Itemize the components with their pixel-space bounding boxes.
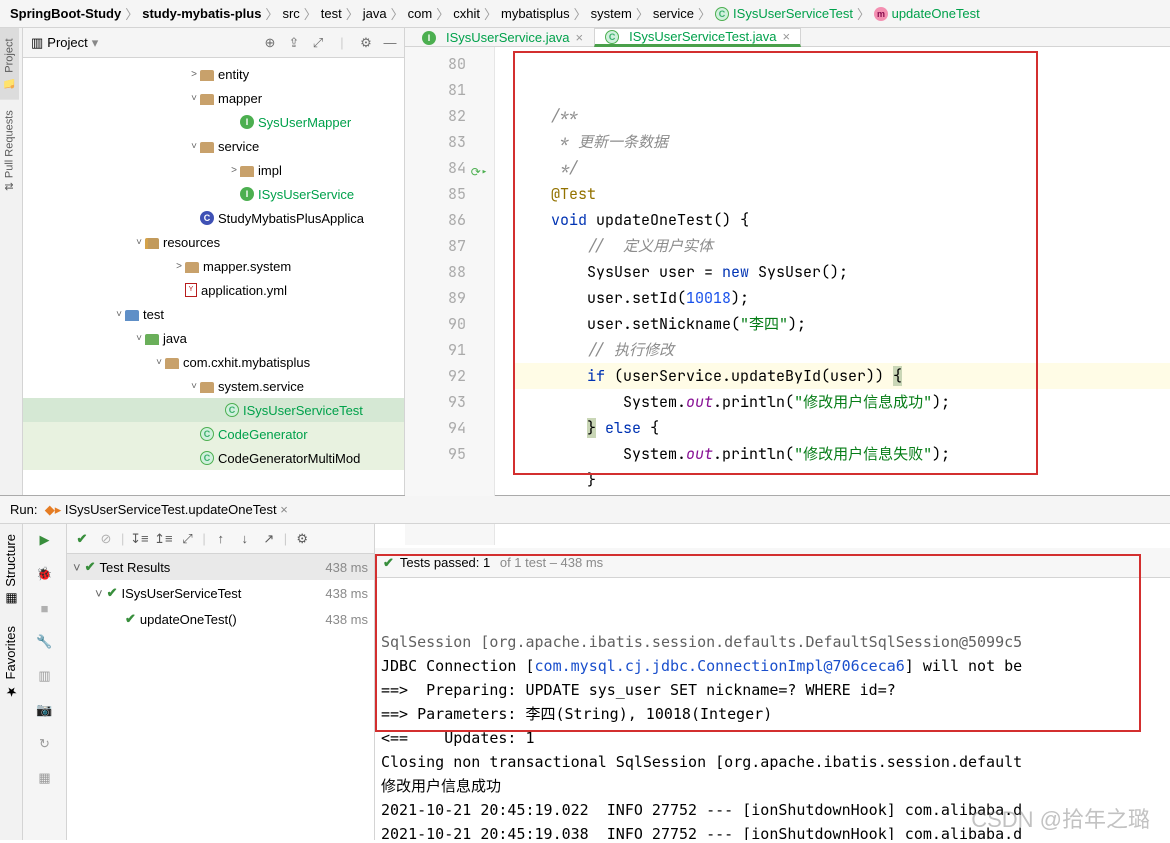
next-icon[interactable]: ↓ [236, 530, 254, 548]
test-tree-panel: ✔ ⊘ | ↧≡ ↥≡ ⤢ | ↑ ↓ ↗ | ⚙ ˅✔Test Results… [67, 524, 375, 840]
crumb[interactable]: com [408, 6, 433, 21]
stop-button[interactable]: ■ [35, 598, 55, 618]
filter-icon[interactable]: ↥≡ [154, 530, 172, 548]
tab-label: ISysUserServiceTest.java [629, 29, 776, 44]
method-icon: m [874, 7, 888, 21]
tree-item[interactable]: CCodeGenerator [23, 422, 404, 446]
interface-icon: I [422, 31, 436, 45]
run-toolbar: ▶ 🐞 ■ 🔧 ▥ 📷 ↻ ▦ [23, 524, 67, 840]
side-tabs: 📁Project ⇅Pull Requests [0, 28, 23, 495]
sort-icon[interactable]: ↧≡ [130, 530, 148, 548]
editor-area: I ISysUserService.java × C ISysUserServi… [405, 28, 1170, 495]
tree-item[interactable]: CCodeGeneratorMultiMod [23, 446, 404, 470]
prev-icon[interactable]: ↑ [212, 530, 230, 548]
project-panel: ▥Project▾ ⊕ ⇪ ⤢ | ⚙ — ˃entity˅mapperISys… [23, 28, 405, 495]
tree-item[interactable]: ˅service [23, 134, 404, 158]
tool-button[interactable]: 🔧 [35, 632, 55, 652]
editor-tabs: I ISysUserService.java × C ISysUserServi… [405, 28, 1170, 47]
crumb[interactable]: study-mybatis-plus [142, 6, 261, 21]
tests-total: of 1 test – 438 ms [496, 551, 603, 575]
locate-icon[interactable]: ⊕ [260, 33, 280, 53]
crumb[interactable]: system [591, 6, 632, 21]
run-target: ISysUserServiceTest.updateOneTest [65, 502, 277, 517]
tab-label: ISysUserService.java [446, 30, 570, 45]
tree-item[interactable]: ˅resources [23, 230, 404, 254]
tree-item[interactable]: ˅java [23, 326, 404, 350]
check-icon[interactable]: ✔ [73, 530, 91, 548]
side-tab-structure[interactable]: ▦Structure [0, 524, 21, 616]
editor-tab[interactable]: I ISysUserService.java × [411, 28, 594, 46]
class-icon: C [715, 7, 729, 21]
debug-button[interactable]: 🐞 [35, 564, 55, 584]
breadcrumbs: SpringBoot-Study〉 study-mybatis-plus〉 sr… [0, 0, 1170, 28]
test-class-row[interactable]: ˅✔ISysUserServiceTest 438 ms [67, 580, 374, 606]
more-button[interactable]: ▦ [35, 768, 55, 788]
expand-icon[interactable]: ⇪ [284, 33, 304, 53]
tree-item[interactable]: ˅mapper [23, 86, 404, 110]
side-tab-project[interactable]: 📁Project [0, 28, 19, 100]
layout-button[interactable]: ▥ [35, 666, 55, 686]
history-button[interactable]: ↻ [35, 734, 55, 754]
crumb[interactable]: SpringBoot-Study [10, 6, 121, 21]
export-icon[interactable]: ↗ [260, 530, 278, 548]
tree-item[interactable]: CISysUserServiceTest [23, 398, 404, 422]
tree-item[interactable]: ˃entity [23, 62, 404, 86]
run-panel: Run: ◆▸ ISysUserServiceTest.updateOneTes… [0, 496, 1170, 840]
tree-item[interactable]: ˅system.service [23, 374, 404, 398]
run-button[interactable]: ▶ [35, 530, 55, 550]
gear-icon[interactable]: ⚙ [356, 33, 376, 53]
tree-item[interactable]: ISysUserMapper [23, 110, 404, 134]
test-rows[interactable]: ˅✔Test Results 438 ms ˅✔ISysUserServiceT… [67, 554, 374, 840]
tests-passed: Tests passed: 1 [400, 551, 490, 575]
close-icon[interactable]: × [783, 29, 791, 44]
class-icon: C [605, 30, 619, 44]
crumb[interactable]: mybatisplus [501, 6, 570, 21]
project-icon: ▥ [31, 35, 43, 51]
expand-icon[interactable]: ⤢ [178, 530, 196, 548]
test-toolbar: ✔ ⊘ | ↧≡ ↥≡ ⤢ | ↑ ↓ ↗ | ⚙ [67, 524, 374, 554]
crumb[interactable]: test [321, 6, 342, 21]
tree-item[interactable]: CStudyMybatisPlusApplica [23, 206, 404, 230]
gear-icon[interactable]: ⚙ [293, 530, 311, 548]
tree-item[interactable]: Yapplication.yml [23, 278, 404, 302]
side-tabs-bottom: ▦Structure ★Favorites [0, 524, 23, 840]
side-tab-favorites[interactable]: ★Favorites [0, 616, 21, 708]
crumb[interactable]: java [363, 6, 387, 21]
collapse-icon[interactable]: ⤢ [308, 33, 328, 53]
tree-item[interactable]: IISysUserService [23, 182, 404, 206]
code[interactable]: /** * 更新一条数据 */ @Test void updateOneTest… [495, 47, 1170, 545]
crumb[interactable]: cxhit [453, 6, 480, 21]
tree-item[interactable]: ˅test [23, 302, 404, 326]
crumb[interactable]: updateOneTest [892, 6, 980, 21]
test-results-row[interactable]: ˅✔Test Results 438 ms [67, 554, 374, 580]
test-method-row[interactable]: ✔updateOneTest() 438 ms [67, 606, 374, 632]
close-icon[interactable]: × [576, 30, 584, 45]
console[interactable]: ✔Tests passed: 1 of 1 test – 438 ms SqlS… [375, 524, 1170, 840]
fail-icon[interactable]: ⊘ [97, 530, 115, 548]
side-tab-pull-requests[interactable]: ⇅Pull Requests [0, 100, 19, 201]
tree-item[interactable]: ˃impl [23, 158, 404, 182]
project-header: ▥Project▾ ⊕ ⇪ ⤢ | ⚙ — [23, 28, 404, 58]
crumb[interactable]: src [282, 6, 299, 21]
gutter: 80818283⟳▸848586878889909192939495 [405, 47, 495, 545]
tree-item[interactable]: ˅com.cxhit.mybatisplus [23, 350, 404, 374]
editor-tab[interactable]: C ISysUserServiceTest.java × [594, 28, 801, 47]
hide-icon[interactable]: — [380, 33, 400, 53]
editor[interactable]: 80818283⟳▸848586878889909192939495 /** *… [405, 47, 1170, 545]
crumb[interactable]: ISysUserServiceTest [733, 6, 853, 21]
camera-button[interactable]: 📷 [35, 700, 55, 720]
test-status: ✔Tests passed: 1 of 1 test – 438 ms [375, 548, 1170, 578]
run-header: Run: ◆▸ ISysUserServiceTest.updateOneTes… [0, 496, 1170, 524]
project-title: Project [47, 35, 87, 50]
divider: | [332, 33, 352, 53]
crumb[interactable]: service [653, 6, 694, 21]
project-tree[interactable]: ˃entity˅mapperISysUserMapper˅service˃imp… [23, 58, 404, 495]
tree-item[interactable]: ˃mapper.system [23, 254, 404, 278]
run-label: Run: [10, 502, 37, 517]
